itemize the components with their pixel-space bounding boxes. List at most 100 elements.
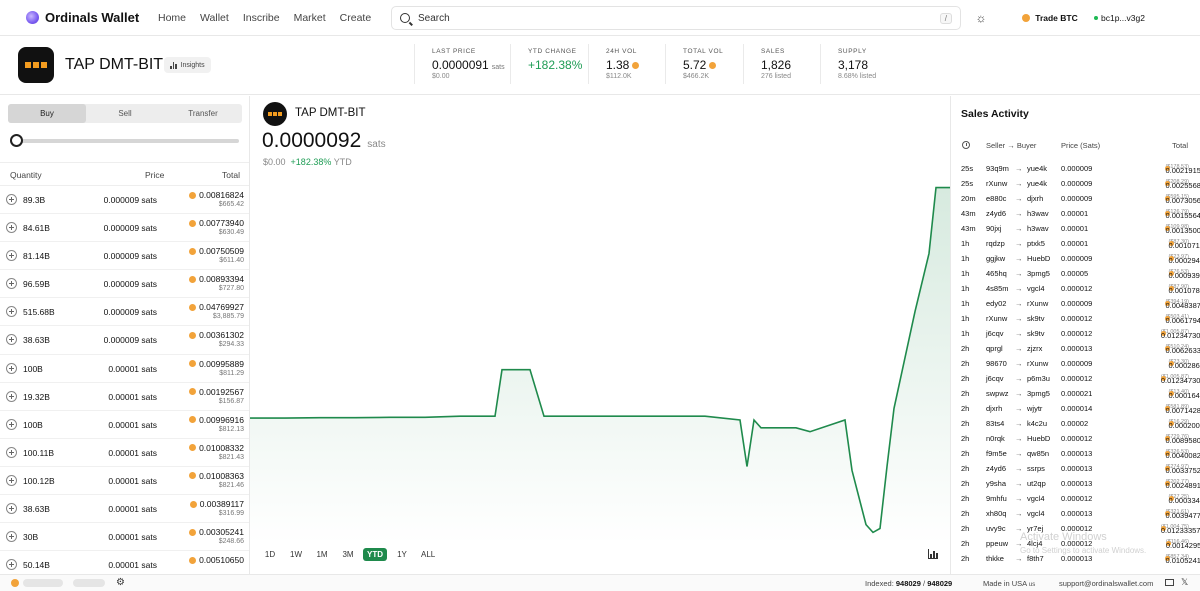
slider-thumb[interactable] (10, 134, 23, 147)
add-to-cart-plus-icon[interactable] (6, 278, 17, 290)
wallet-address-button[interactable]: bc1p...v3g2 (1094, 6, 1145, 30)
sale-buyer[interactable]: rXunw (1027, 299, 1048, 308)
orderbook-row[interactable]: 515.68B 0.000009 sats 0.04769927 $3,885.79 (0, 298, 249, 327)
search-input[interactable] (418, 12, 940, 24)
sale-buyer[interactable]: vgcl4 (1027, 509, 1045, 518)
nav-link-inscribe[interactable]: Inscribe (243, 12, 280, 24)
orderbook-row[interactable]: 30B 0.00001 sats 0.00305241 $248.66 (0, 523, 249, 552)
orderbook-row[interactable]: 84.61B 0.000009 sats 0.00773940 $630.49 (0, 214, 249, 243)
add-to-cart-plus-icon[interactable] (6, 446, 17, 458)
sale-seller[interactable]: qprgl (986, 344, 1003, 353)
sale-row[interactable]: 1h ggjkw → HuebD 0.000009 0.00029426($23.97) (951, 252, 1200, 267)
range-1d[interactable]: 1D (259, 548, 281, 561)
sale-seller[interactable]: j6cqv (986, 329, 1004, 338)
add-to-cart-plus-icon[interactable] (6, 250, 17, 262)
quantity-slider[interactable] (10, 134, 239, 148)
sale-row[interactable]: 2h y9sha → ut2qp 0.000013 0.00248910($202.77) (951, 477, 1200, 492)
sale-row[interactable]: 2h f9m5e → qw85n 0.000013 0.00400822($326.53) (951, 447, 1200, 462)
support-email-link[interactable]: support@ordinalswallet.com (1059, 579, 1153, 588)
range-1m[interactable]: 1M (311, 548, 333, 561)
orderbook-row[interactable]: 50.14B 0.00001 sats 0.00510650 (0, 551, 249, 574)
orderbook-row[interactable]: 38.63B 0.00001 sats 0.00389117 $316.99 (0, 495, 249, 524)
sale-seller[interactable]: ppeuw (986, 539, 1008, 548)
insights-button[interactable]: Insights (164, 57, 211, 73)
sale-seller[interactable]: z4yd6 (986, 209, 1006, 218)
chart-type-icon[interactable] (928, 549, 938, 559)
sale-buyer[interactable]: 3pmg5 (1027, 269, 1050, 278)
tab-buy[interactable]: Buy (8, 104, 86, 123)
x-twitter-icon[interactable]: 𝕏 (1181, 577, 1188, 588)
trade-btc-button[interactable]: Trade BTC (1012, 6, 1088, 30)
sale-seller[interactable]: n0rqk (986, 434, 1005, 443)
sale-row[interactable]: 2h 83ts4 → k4c2u 0.00002 0.00020000($16.29) (951, 417, 1200, 432)
sale-buyer[interactable]: zjzrx (1027, 344, 1042, 353)
range-3m[interactable]: 3M (337, 548, 359, 561)
sale-buyer[interactable]: ptxk5 (1027, 239, 1045, 248)
sale-buyer[interactable]: yue4k (1027, 179, 1047, 188)
orderbook-row[interactable]: 81.14B 0.000009 sats 0.00750509 $611.40 (0, 242, 249, 271)
sale-row[interactable]: 43m z4yd6 → h3wav 0.00001 0.00155640($126.79) (951, 207, 1200, 222)
sale-buyer[interactable]: vgcl4 (1027, 494, 1045, 503)
add-to-cart-plus-icon[interactable] (6, 222, 17, 234)
sale-seller[interactable]: e880c (986, 194, 1006, 203)
sale-row[interactable]: 1h edy02 → rXunw 0.000009 0.00483877($394.19) (951, 297, 1200, 312)
sale-seller[interactable]: xh80q (986, 509, 1006, 518)
sale-buyer[interactable]: f8th7 (1027, 554, 1044, 563)
sale-seller[interactable]: j6cqv (986, 374, 1004, 383)
sale-seller[interactable]: edy02 (986, 299, 1006, 308)
sale-buyer[interactable]: 3pmg5 (1027, 389, 1050, 398)
range-ytd[interactable]: YTD (363, 548, 387, 561)
sale-row[interactable]: 20m e880c → djxrh 0.000009 0.00730561($595.15… (951, 192, 1200, 207)
sale-seller[interactable]: 9mhfu (986, 494, 1007, 503)
sale-row[interactable]: 25s 93q9m → yue4k 0.000009 0.00219153($178.53… (951, 162, 1200, 177)
sale-row[interactable]: 2h djxrh → wjytr 0.000014 0.00714285($581.89) (951, 402, 1200, 417)
sale-row[interactable]: 2h j6cqv → p6m3u 0.000012 0.01234730 ($1,005.8… (951, 372, 1200, 387)
sale-seller[interactable]: y9sha (986, 479, 1006, 488)
sale-seller[interactable]: f9m5e (986, 449, 1007, 458)
sale-buyer[interactable]: wjytr (1027, 404, 1042, 413)
add-to-cart-plus-icon[interactable] (6, 559, 17, 571)
sale-seller[interactable]: 83ts4 (986, 419, 1004, 428)
sale-row[interactable]: 1h 465hq → 3pmg5 0.00005 0.00093949($76.53) (951, 267, 1200, 282)
mail-icon[interactable] (1165, 579, 1174, 586)
orderbook-row[interactable]: 96.59B 0.000009 sats 0.00893394 $727.80 (0, 270, 249, 299)
add-to-cart-plus-icon[interactable] (6, 334, 17, 346)
add-to-cart-plus-icon[interactable] (6, 362, 17, 374)
sale-buyer[interactable]: HuebD (1027, 254, 1050, 263)
sale-buyer[interactable]: yue4k (1027, 164, 1047, 173)
theme-toggle-sun-icon[interactable]: ☼ (974, 11, 988, 25)
sale-buyer[interactable]: rXunw (1027, 359, 1048, 368)
add-to-cart-plus-icon[interactable] (6, 194, 17, 205)
add-to-cart-plus-icon[interactable] (6, 306, 17, 318)
nav-link-wallet[interactable]: Wallet (200, 12, 229, 24)
sale-row[interactable]: 25s rXunw → yue4k 0.000009 0.00255681($208.29… (951, 177, 1200, 192)
orderbook-row[interactable]: 100.11B 0.00001 sats 0.01008332 $821.43 (0, 439, 249, 467)
add-to-cart-plus-icon[interactable] (6, 531, 17, 543)
search-bar[interactable]: / (391, 6, 961, 30)
sale-seller[interactable]: rXunw (986, 179, 1007, 188)
add-to-cart-plus-icon[interactable] (6, 503, 17, 515)
sale-buyer[interactable]: qw85n (1027, 449, 1049, 458)
sale-seller[interactable]: rXunw (986, 314, 1007, 323)
sale-buyer[interactable]: vgcl4 (1027, 284, 1045, 293)
sale-seller[interactable]: 98670 (986, 359, 1007, 368)
add-to-cart-plus-icon[interactable] (6, 418, 17, 430)
sale-seller[interactable]: 4s85m (986, 284, 1009, 293)
orderbook-row[interactable]: 100B 0.00001 sats 0.00995889 $811.29 (0, 355, 249, 383)
nav-link-market[interactable]: Market (294, 12, 326, 24)
sale-row[interactable]: 2h 98670 → rXunw 0.000009 0.00028600($23.30) (951, 357, 1200, 372)
sale-seller[interactable]: 93q9m (986, 164, 1009, 173)
sale-seller[interactable]: thkke (986, 554, 1004, 563)
sale-row[interactable]: 2h swpwz → 3pmg5 0.000021 0.00016454($13.40) (951, 387, 1200, 402)
price-line-chart[interactable] (250, 166, 950, 551)
sale-row[interactable]: 1h rXunw → sk9tv 0.000012 0.00617949($503.41) (951, 312, 1200, 327)
sale-buyer[interactable]: djxrh (1027, 194, 1043, 203)
sale-buyer[interactable]: ut2qp (1027, 479, 1046, 488)
tab-transfer[interactable]: Transfer (164, 104, 242, 123)
nav-link-home[interactable]: Home (158, 12, 186, 24)
add-to-cart-plus-icon[interactable] (6, 474, 17, 486)
sale-row[interactable]: 1h j6cqv → sk9tv 0.000012 0.01234730 ($1,005.8… (951, 327, 1200, 342)
sale-row[interactable]: 2h 9mhfu → vgcl4 0.000012 0.00033450($27.25) (951, 492, 1200, 507)
range-1w[interactable]: 1W (285, 548, 307, 561)
sale-buyer[interactable]: sk9tv (1027, 314, 1045, 323)
